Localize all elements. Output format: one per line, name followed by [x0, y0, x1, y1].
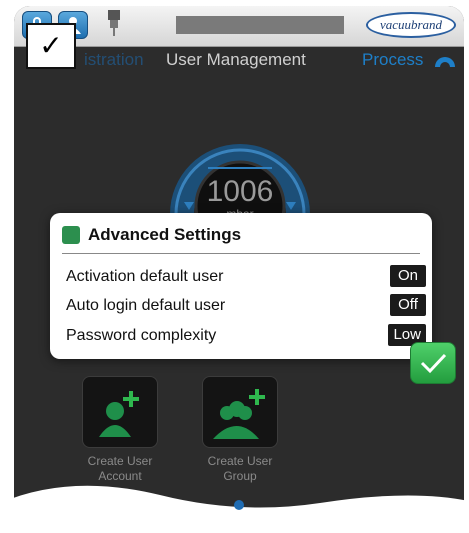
device-name-field — [176, 16, 344, 34]
setting-row-password-complexity: Password complexity Low — [66, 324, 426, 348]
setting-label: Activation default user — [66, 268, 224, 285]
advanced-settings-dialog: Advanced Settings Activation default use… — [50, 213, 432, 359]
top-bar: vacuubrand — [14, 6, 464, 47]
pressure-gauge: 1006 mbar — [170, 144, 310, 226]
settings-icon — [62, 226, 80, 244]
plug-icon — [108, 10, 120, 36]
create-user-account-button[interactable] — [82, 376, 158, 448]
confirm-button[interactable] — [410, 342, 456, 384]
setting-row-activation: Activation default user On — [66, 265, 426, 289]
checkmark-icon — [420, 353, 447, 374]
vacuubrand-logo: vacuubrand — [366, 12, 456, 38]
tab-process[interactable]: Process — [362, 50, 423, 70]
add-user-icon — [99, 391, 139, 437]
setting-label: Password complexity — [66, 327, 217, 344]
setting-label: Auto login default user — [66, 297, 226, 314]
setting-row-auto-login: Auto login default user Off — [66, 294, 426, 318]
tab-bar: istration User Management Process — [14, 48, 464, 74]
tab-administration[interactable]: istration — [84, 50, 144, 70]
tab-user-management[interactable]: User Management — [166, 50, 306, 70]
add-group-icon — [213, 389, 265, 439]
gauge-value: 1006 — [207, 175, 274, 208]
page-indicator-dot[interactable] — [234, 500, 244, 510]
dialog-divider — [62, 253, 420, 254]
process-icon — [435, 57, 455, 67]
activation-toggle[interactable]: On — [390, 265, 426, 287]
create-user-group-button[interactable] — [202, 376, 278, 448]
dialog-title: Advanced Settings — [88, 225, 242, 244]
selection-check-box: ✓ — [26, 23, 76, 69]
auto-login-toggle[interactable]: Off — [390, 294, 426, 316]
